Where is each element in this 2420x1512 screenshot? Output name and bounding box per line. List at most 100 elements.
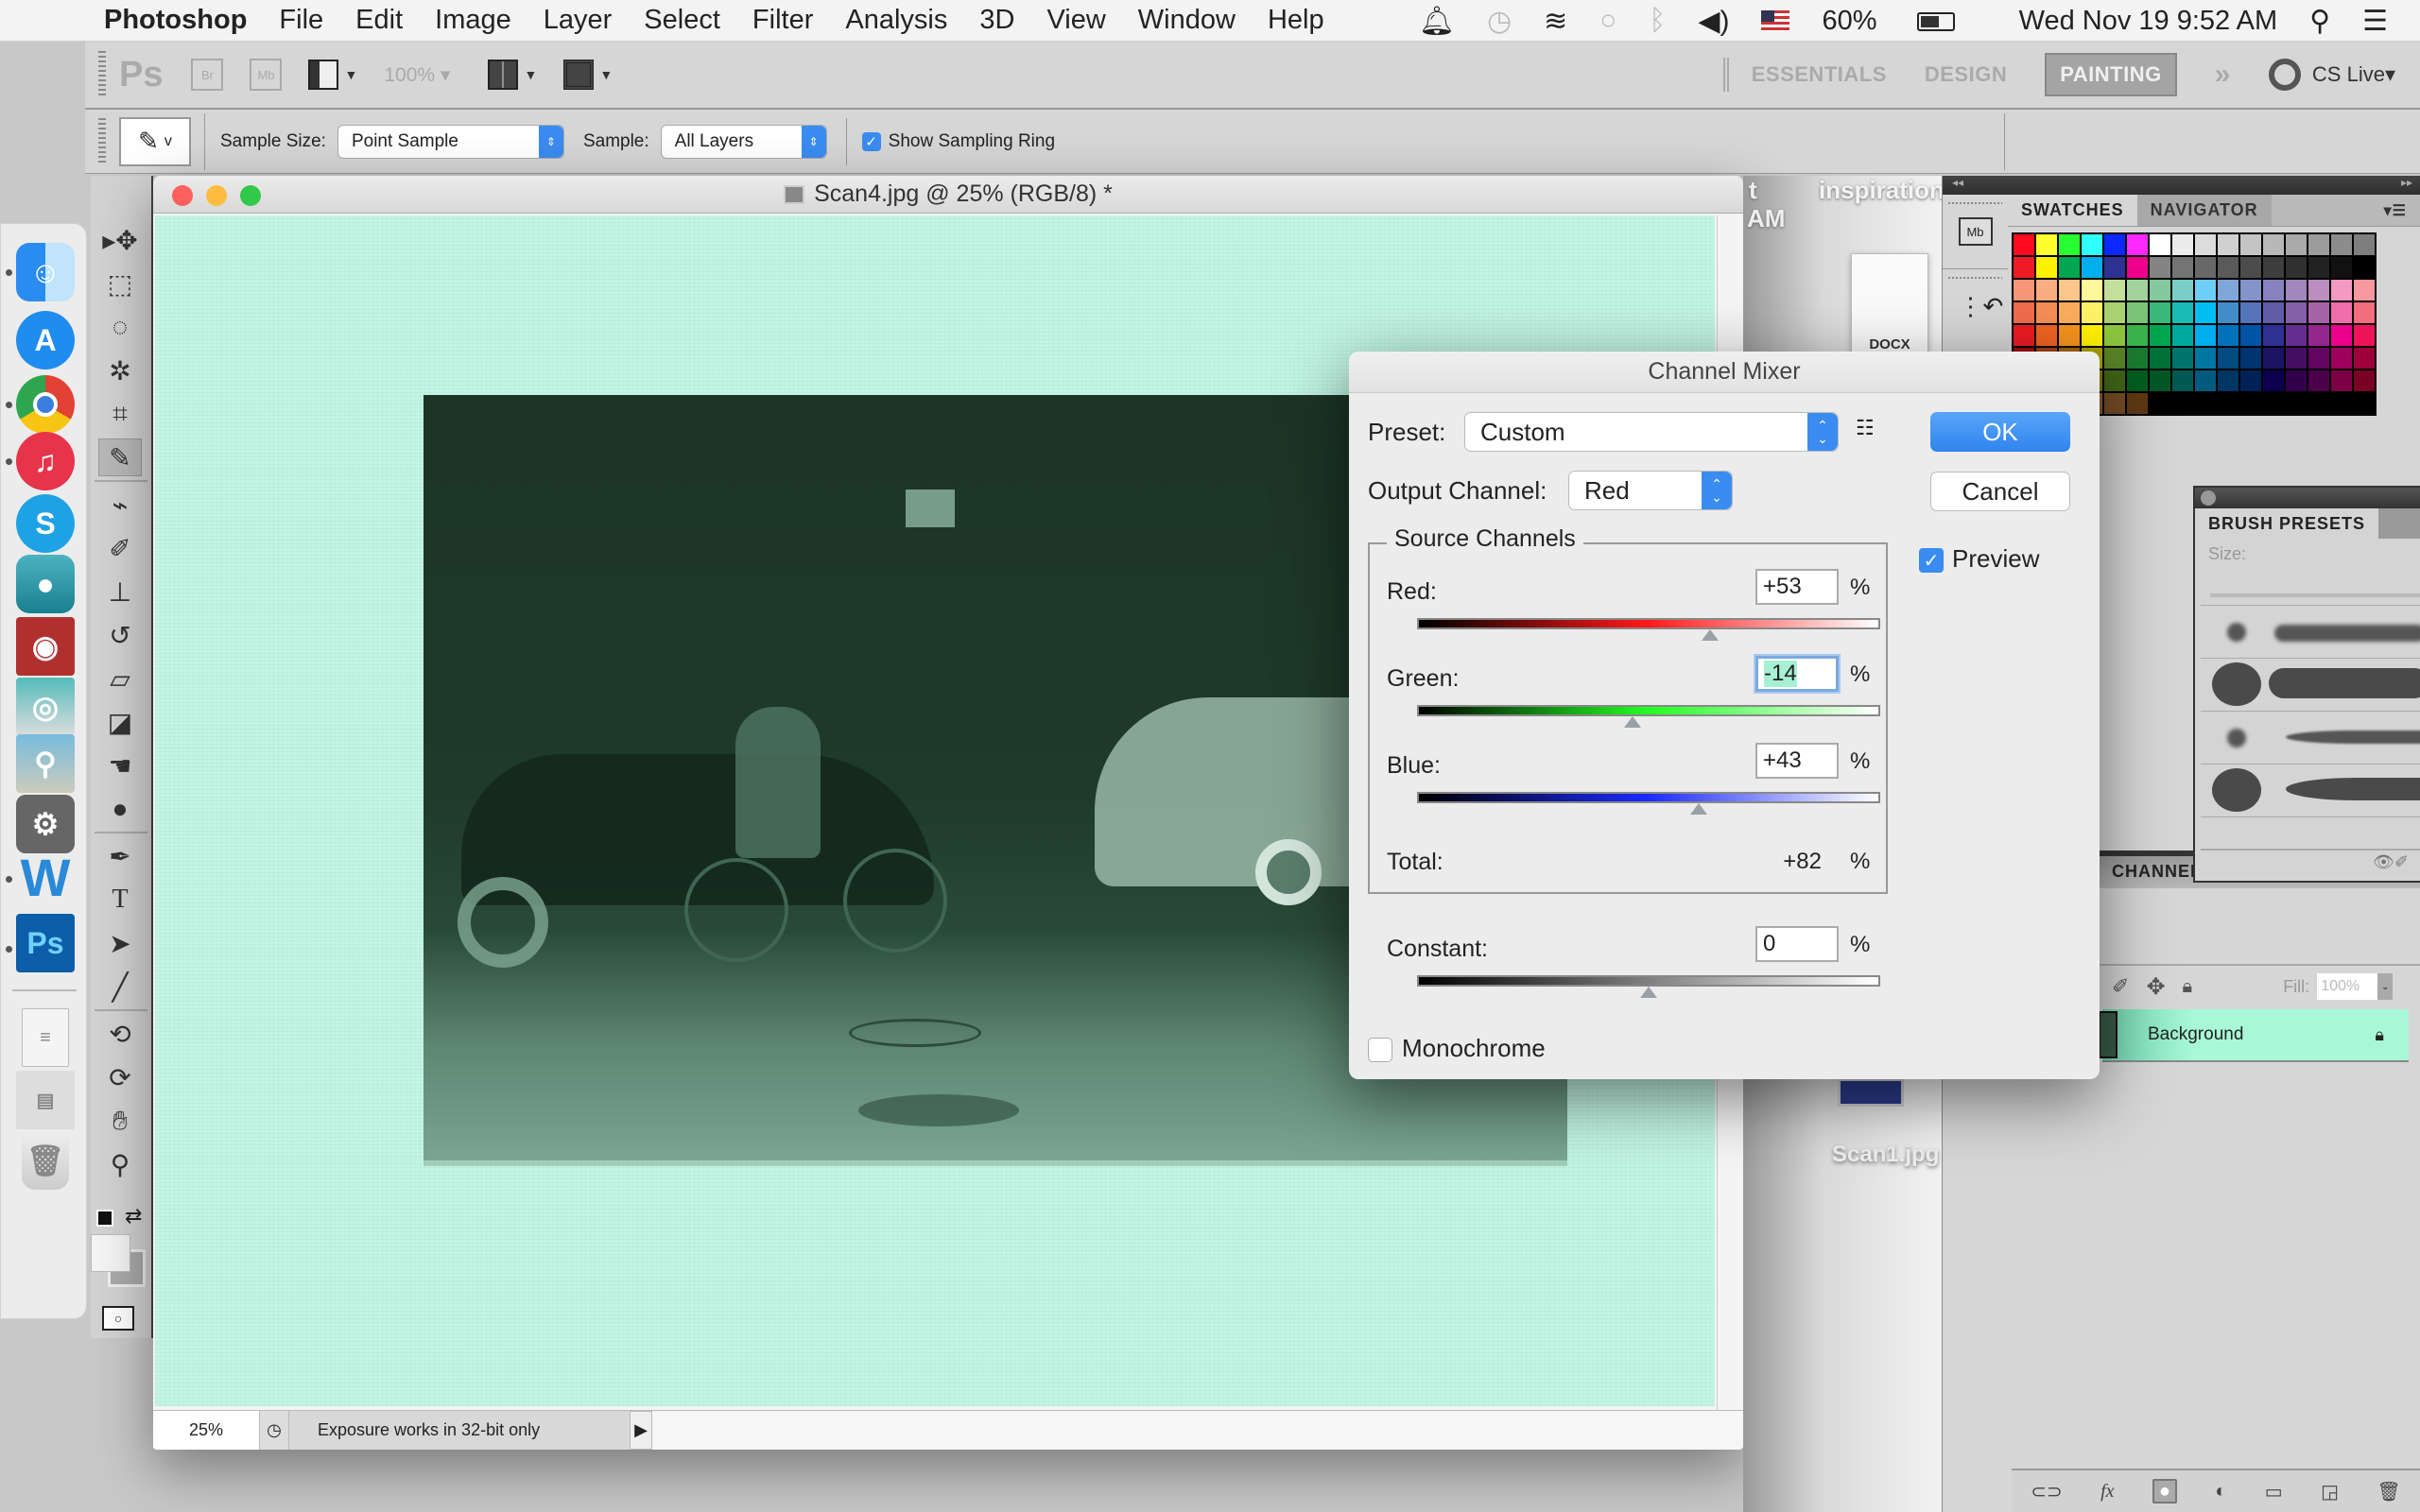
swatch[interactable]	[2149, 347, 2171, 369]
messages-icon[interactable]: ○	[1599, 5, 1616, 37]
swatch[interactable]	[2308, 233, 2330, 256]
swatch[interactable]	[2171, 347, 2194, 369]
swatch[interactable]	[2081, 301, 2103, 324]
launch-bridge-button[interactable]: Br	[191, 59, 224, 91]
swatch[interactable]	[2171, 301, 2194, 324]
chevron-down-icon[interactable]: ▼	[344, 67, 357, 82]
zoom-level-dropdown[interactable]: 100% ▾	[384, 63, 450, 87]
swatch[interactable]	[2330, 347, 2353, 369]
fill-input[interactable]: 100%	[2317, 973, 2378, 1000]
arrange-documents-icon[interactable]	[488, 60, 519, 90]
preset-select[interactable]: Custom ⌃ ⌄	[1464, 412, 1839, 452]
swatch[interactable]	[2262, 324, 2285, 347]
dock-chrome-download[interactable]: ▤	[16, 1071, 75, 1129]
history-brush-tool-icon[interactable]: ↺	[98, 616, 142, 654]
swatch[interactable]	[2217, 347, 2239, 369]
swatch[interactable]	[2013, 256, 2035, 279]
brush-preset-item[interactable]	[2201, 658, 2420, 709]
swatch[interactable]	[2035, 324, 2058, 347]
swatch[interactable]	[2194, 324, 2217, 347]
dock-photoshop[interactable]: Ps	[16, 914, 75, 972]
tool-preset-picker[interactable]: ✎ v	[119, 116, 191, 166]
swatch[interactable]	[2194, 301, 2217, 324]
swatch[interactable]	[2103, 279, 2126, 301]
minimize-window-icon[interactable]	[206, 185, 227, 206]
constant-slider[interactable]	[1417, 975, 1880, 987]
dock-preview[interactable]: ⚲	[16, 734, 75, 793]
type-tool-icon[interactable]: T	[98, 881, 142, 919]
swatch[interactable]	[2103, 369, 2126, 392]
swatch[interactable]	[2171, 233, 2194, 256]
desktop-scan1-thumbnail[interactable]	[1838, 1078, 1904, 1107]
swatch[interactable]	[2239, 369, 2262, 392]
menu-edit[interactable]: Edit	[355, 5, 403, 36]
swatch[interactable]	[2194, 279, 2217, 301]
swatch[interactable]	[2035, 279, 2058, 301]
input-source-flag-icon[interactable]	[1761, 10, 1790, 31]
drag-grip[interactable]	[98, 117, 106, 165]
dock-app-store[interactable]: A	[16, 311, 75, 369]
zoom-percent-field[interactable]: 25%	[153, 1411, 259, 1450]
swatch[interactable]	[2126, 347, 2149, 369]
dock-photo-booth[interactable]: ◉	[16, 617, 75, 676]
link-layers-icon[interactable]: ⊂⊃	[2031, 1480, 2063, 1503]
swatch[interactable]	[2149, 301, 2171, 324]
swatch[interactable]	[2035, 256, 2058, 279]
chevron-down-icon[interactable]: ▼	[599, 67, 613, 82]
status-menu-arrow-icon[interactable]: ▶	[630, 1411, 652, 1450]
swatch[interactable]	[2103, 233, 2126, 256]
swatch[interactable]	[2194, 256, 2217, 279]
swatch[interactable]	[2353, 301, 2376, 324]
spot-healing-tool-icon[interactable]: ⌁	[98, 486, 142, 524]
workspace-essentials[interactable]: ESSENTIALS	[1752, 62, 1887, 87]
menu-window[interactable]: Window	[1138, 5, 1236, 36]
hand-tool-icon[interactable]: ✋︎	[98, 1102, 142, 1140]
swatch[interactable]	[2330, 369, 2353, 392]
new-group-icon[interactable]: ▭	[2265, 1480, 2283, 1503]
green-channel-slider[interactable]	[1417, 705, 1880, 716]
swatch[interactable]	[2308, 279, 2330, 301]
menu-image[interactable]: Image	[435, 5, 511, 36]
constant-input[interactable]: 0	[1755, 926, 1839, 962]
swatch[interactable]	[2330, 301, 2353, 324]
brush-preset-item[interactable]	[2201, 605, 2420, 656]
swatch[interactable]	[2149, 233, 2171, 256]
tab-channels[interactable]: CHANNEL	[2112, 862, 2202, 882]
swatch[interactable]	[2353, 369, 2376, 392]
swatch[interactable]	[2239, 324, 2262, 347]
lock-pixels-icon[interactable]: ✐	[2112, 974, 2129, 999]
cs-live-menu[interactable]: CS Live▾	[2312, 62, 2395, 87]
clock[interactable]: Wed Nov 19 9:52 AM	[2019, 6, 2278, 37]
swatch[interactable]	[2330, 279, 2353, 301]
wifi-icon[interactable]: ≋	[1544, 5, 1567, 38]
pen-tool-icon[interactable]: ✒	[98, 837, 142, 875]
blue-channel-slider[interactable]	[1417, 792, 1880, 803]
delete-layer-icon[interactable]: 🗑︎	[2377, 1480, 2400, 1503]
desktop-label-inspiration[interactable]: inspiration	[1819, 176, 1945, 205]
ok-button[interactable]: OK	[1930, 412, 2070, 452]
layer-mask-icon[interactable]: ●	[2152, 1479, 2177, 1503]
dock-silhouette-app[interactable]: ●	[16, 555, 75, 613]
swatch[interactable]	[2353, 347, 2376, 369]
dock-chrome[interactable]	[16, 375, 75, 434]
swatch[interactable]	[2308, 347, 2330, 369]
volume-icon[interactable]: ◀)	[1698, 5, 1729, 38]
swatch[interactable]	[2035, 301, 2058, 324]
expand-panels-icon[interactable]: ▸▸	[2008, 176, 2420, 195]
swatch[interactable]	[2171, 256, 2194, 279]
swatch[interactable]	[2330, 324, 2353, 347]
desktop-docx-file-icon[interactable]: DOCX	[1851, 253, 1928, 353]
swatch[interactable]	[2035, 233, 2058, 256]
document-titlebar[interactable]: Scan4.jpg @ 25% (RGB/8) *	[153, 176, 1743, 214]
swatch[interactable]	[2262, 369, 2285, 392]
rectangular-marquee-tool-icon[interactable]: ⬚	[98, 265, 142, 302]
swatch[interactable]	[2013, 279, 2035, 301]
swatch[interactable]	[2149, 279, 2171, 301]
3d-rotate-tool-icon[interactable]: ⟲	[98, 1015, 142, 1053]
view-extras-icon[interactable]	[308, 60, 339, 90]
blue-channel-input[interactable]: +43	[1755, 743, 1839, 779]
swatch[interactable]	[2239, 347, 2262, 369]
swatch[interactable]	[2171, 369, 2194, 392]
swatch[interactable]	[2013, 324, 2035, 347]
default-colors-icon[interactable]	[96, 1210, 113, 1227]
